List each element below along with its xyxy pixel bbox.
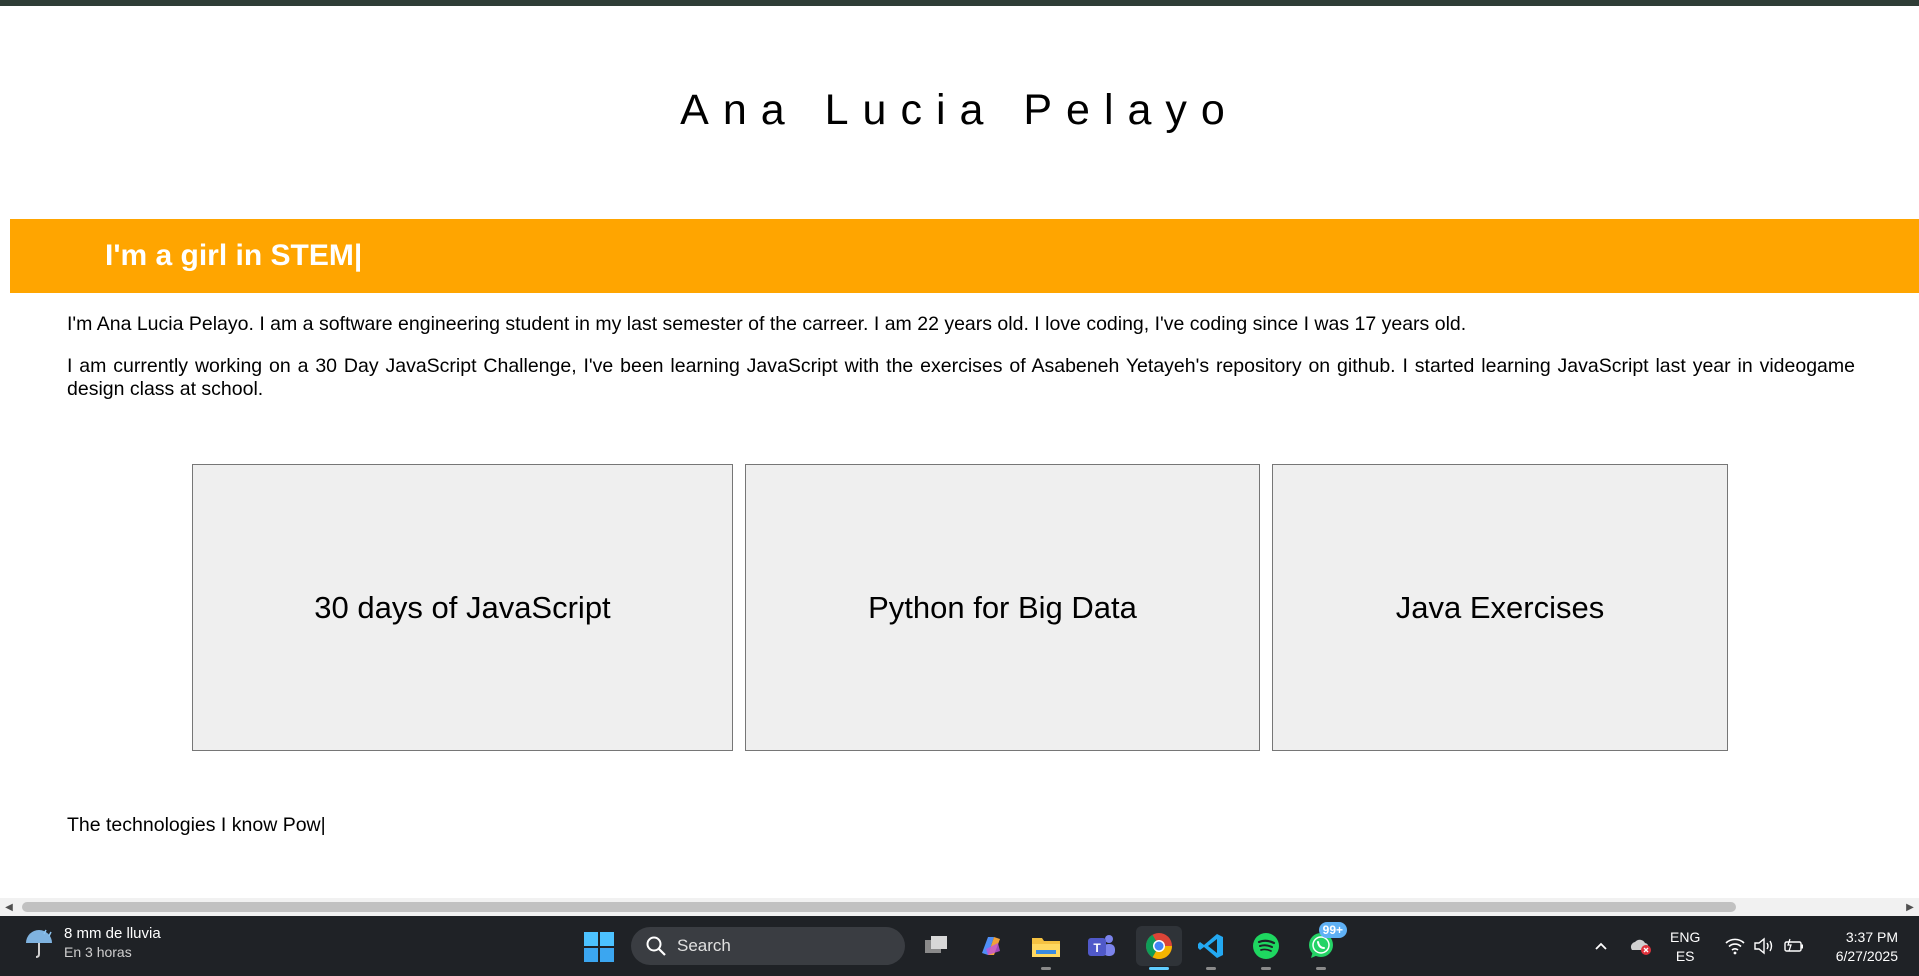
file-explorer-running-indicator [1041, 967, 1051, 970]
svg-text:T: T [1093, 941, 1101, 955]
weather-widget[interactable]: 8 mm de lluvia En 3 horas [22, 924, 161, 962]
search-label: Search [677, 936, 731, 955]
spotify-icon[interactable] [1246, 926, 1286, 970]
clock-time: 3:37 PM [1845, 929, 1898, 945]
chrome-active-indicator [1149, 967, 1169, 970]
stem-banner-text: I'm a girl in STEM| [105, 239, 363, 272]
scroll-right-arrow-icon[interactable]: ▶ [1901, 898, 1919, 916]
chrome-icon[interactable] [1136, 926, 1182, 970]
file-explorer-icon[interactable] [1026, 926, 1066, 970]
umbrella-rain-icon [26, 929, 52, 958]
weather-main-text: 8 mm de lluvia [64, 925, 161, 942]
wifi-icon[interactable] [1723, 934, 1747, 958]
scrollbar-thumb[interactable] [22, 902, 1736, 912]
volume-icon[interactable] [1752, 934, 1776, 958]
challenge-paragraph: I am currently working on a 30 Day JavaS… [67, 355, 1855, 400]
window-top-strip [0, 0, 1919, 6]
taskbar-clock[interactable]: 3:37 PM 6/27/2025 [1822, 928, 1898, 966]
python-card-button[interactable]: Python for Big Data [745, 464, 1260, 751]
weather-sub-text: En 3 horas [64, 944, 132, 960]
whatsapp-icon[interactable]: 99+ [1301, 922, 1347, 970]
technologies-text: The technologies I know Pow| [67, 814, 326, 836]
scroll-left-arrow-icon[interactable]: ◀ [0, 898, 18, 916]
battery-icon[interactable] [1782, 934, 1806, 958]
javascript-card-button[interactable]: 30 days of JavaScript [192, 464, 733, 751]
clock-date: 6/27/2025 [1835, 948, 1898, 964]
language-secondary: ES [1675, 948, 1695, 964]
search-icon [646, 936, 666, 956]
show-hidden-icons-chevron-icon[interactable] [1589, 934, 1613, 958]
spotify-running-indicator [1261, 967, 1271, 970]
page-title: Ana Lucia Pelayo [680, 86, 1239, 134]
stem-banner: I'm a girl in STEM| [10, 219, 1919, 293]
onedrive-error-icon[interactable] [1628, 934, 1652, 958]
java-card-button[interactable]: Java Exercises [1272, 464, 1728, 751]
whatsapp-running-indicator [1316, 967, 1326, 970]
horizontal-scrollbar[interactable]: ◀ ▶ [0, 898, 1919, 916]
vscode-icon[interactable] [1191, 926, 1231, 970]
language-primary: ENG [1670, 929, 1701, 945]
vscode-running-indicator [1206, 967, 1216, 970]
task-view-icon[interactable] [916, 926, 956, 966]
windows-taskbar: 8 mm de lluvia En 3 horas Search T 99+ E… [0, 916, 1919, 976]
windows-start-icon[interactable] [582, 930, 616, 964]
teams-icon[interactable]: T [1081, 926, 1121, 966]
copilot-icon[interactable] [971, 926, 1011, 966]
intro-paragraph: I'm Ana Lucia Pelayo. I am a software en… [67, 313, 1467, 335]
input-language-indicator[interactable]: ENG ES [1670, 928, 1700, 966]
whatsapp-unread-badge: 99+ [1318, 922, 1347, 938]
taskbar-search-box[interactable]: Search [631, 927, 905, 965]
